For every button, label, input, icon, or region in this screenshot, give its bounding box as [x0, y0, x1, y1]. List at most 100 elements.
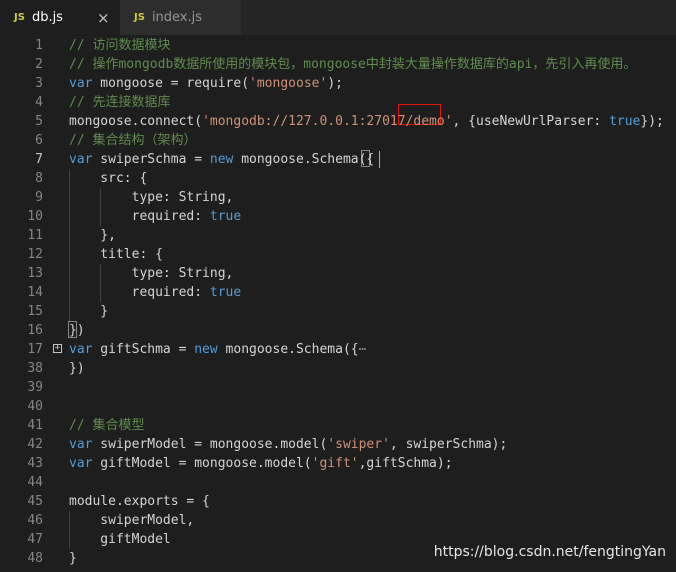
tab-label: index.js [151, 10, 203, 25]
code-line[interactable]: 46 swiperModel, [0, 511, 676, 530]
code-line[interactable]: 13 type: String, [0, 264, 676, 283]
code-line[interactable]: 39 [0, 378, 676, 397]
line-number: 4 [35, 95, 43, 110]
code-token: mongoose.Schema({ [233, 152, 375, 167]
line-number: 47 [27, 532, 43, 547]
code-token: true [209, 209, 242, 224]
code-token: src: { [69, 171, 148, 186]
code-token: true [209, 285, 242, 300]
code-token: swiperModel, [69, 513, 195, 528]
code-line[interactable]: 3 var mongoose = require('mongoose'); [0, 74, 676, 93]
code-token: var [69, 342, 93, 357]
code-token: // 访问数据模块 [69, 38, 171, 53]
line-number: 5 [35, 114, 43, 129]
code-token: title: { [69, 247, 163, 262]
code-text: title: { [69, 245, 163, 264]
tab-index-js[interactable]: JS index.js [120, 0, 241, 35]
tab-label: db.js [31, 10, 63, 25]
code-text: }, [69, 226, 116, 245]
code-token: // 操作mongodb数据所使用的模块包，mongoose中封装大量操作数据库… [69, 57, 637, 72]
code-token: mongoose.connect( [69, 114, 203, 129]
javascript-file-icon: JS [134, 12, 145, 23]
code-line[interactable]: 10 required: true [0, 207, 676, 226]
close-icon[interactable]: × [97, 9, 110, 27]
line-number: 16 [27, 323, 43, 338]
code-token: required: [69, 209, 210, 224]
code-line[interactable]: 43 var giftModel = mongoose.model('gift',… [0, 454, 676, 473]
fold-expand-icon[interactable]: + [53, 344, 62, 353]
code-line[interactable]: 44 [0, 473, 676, 492]
code-text: // 集合模型 [69, 416, 144, 435]
line-number: 39 [27, 380, 43, 395]
code-token: }) [69, 361, 85, 376]
code-line[interactable]: 15 } [0, 302, 676, 321]
code-text: // 操作mongodb数据所使用的模块包，mongoose中封装大量操作数据库… [69, 55, 636, 74]
code-text: type: String, [69, 264, 234, 283]
code-text: } [69, 549, 77, 568]
code-text: }) [69, 321, 85, 340]
code-text: module.exports = { [69, 492, 210, 511]
line-number: 7 [35, 152, 43, 167]
code-line[interactable]: 45 module.exports = { [0, 492, 676, 511]
code-token: var [69, 437, 93, 452]
code-token: }); [640, 114, 664, 129]
code-line[interactable]: 9 type: String, [0, 188, 676, 207]
code-line[interactable]: 16}) [0, 321, 676, 340]
code-text: swiperModel, [69, 511, 194, 530]
line-number: 3 [35, 76, 43, 91]
code-text: var swiperSchma = new mongoose.Schema({ [69, 150, 374, 169]
code-token: }) [69, 323, 85, 338]
code-line[interactable]: 12 title: { [0, 245, 676, 264]
code-line[interactable]: 14 required: true [0, 283, 676, 302]
code-token: , swiperSchma); [389, 437, 508, 452]
line-number: 48 [27, 551, 43, 566]
code-line[interactable]: 17 + var giftSchma = new mongoose.Schema({… [0, 340, 676, 359]
code-text: // 先连接数据库 [69, 93, 170, 112]
code-token: }, [69, 228, 116, 243]
line-number: 45 [27, 494, 43, 509]
code-editor[interactable]: 1 // 访问数据模块 2 // 操作mongodb数据所使用的模块包，mongoos… [0, 35, 676, 572]
code-text: } [69, 302, 108, 321]
code-line[interactable]: 1 // 访问数据模块 [0, 36, 676, 55]
code-text: var giftSchma = new mongoose.Schema({⋯ [69, 340, 366, 359]
code-text: src: { [69, 169, 147, 188]
javascript-file-icon: JS [14, 12, 25, 23]
code-token: giftModel [69, 532, 171, 547]
code-token: 'mongodb://127.0.0.1:27017/demo' [202, 114, 453, 129]
code-line[interactable]: 7 var swiperSchma = new mongoose.Schema({ [0, 150, 676, 169]
code-token: var [69, 76, 93, 91]
code-text: type: String, [69, 188, 234, 207]
code-line[interactable]: 40 [0, 397, 676, 416]
code-token: mongoose.Schema({ [217, 342, 359, 357]
code-line[interactable]: 41 // 集合模型 [0, 416, 676, 435]
tab-bar: JS db.js × JS index.js [0, 0, 676, 35]
line-number: 46 [27, 513, 43, 528]
code-token: 'mongoose' [249, 76, 328, 91]
code-token: swiperModel = mongoose.model( [92, 437, 328, 452]
code-token: var [69, 456, 93, 471]
code-token: swiperSchma = [92, 152, 210, 167]
line-number: 12 [27, 247, 43, 262]
code-line[interactable]: 42 var swiperModel = mongoose.model('swip… [0, 435, 676, 454]
code-token: 'swiper' [327, 437, 390, 452]
code-text: mongoose.connect('mongodb://127.0.0.1:27… [69, 112, 664, 131]
code-token: 'gift' [311, 456, 359, 471]
line-number: 40 [27, 399, 43, 414]
code-token: new [194, 342, 218, 357]
code-text: }) [69, 359, 85, 378]
code-line[interactable]: 6 // 集合结构（架构） [0, 131, 676, 150]
line-number: 15 [27, 304, 43, 319]
code-token: type: String, [69, 190, 234, 205]
code-line[interactable]: 4 // 先连接数据库 [0, 93, 676, 112]
code-line[interactable]: 5 mongoose.connect('mongodb://127.0.0.1:2… [0, 112, 676, 131]
code-token: mongoose = require( [92, 76, 250, 91]
code-line[interactable]: 11 }, [0, 226, 676, 245]
tab-db-js[interactable]: JS db.js × [0, 0, 120, 35]
code-text: // 集合结构（架构） [69, 131, 196, 150]
code-token: type: String, [69, 266, 234, 281]
code-line[interactable]: 8 src: { [0, 169, 676, 188]
code-token: // 先连接数据库 [69, 95, 171, 110]
code-line[interactable]: 38}) [0, 359, 676, 378]
code-line[interactable]: 2 // 操作mongodb数据所使用的模块包，mongoose中封装大量操作数据… [0, 55, 676, 74]
code-text: required: true [69, 283, 242, 302]
